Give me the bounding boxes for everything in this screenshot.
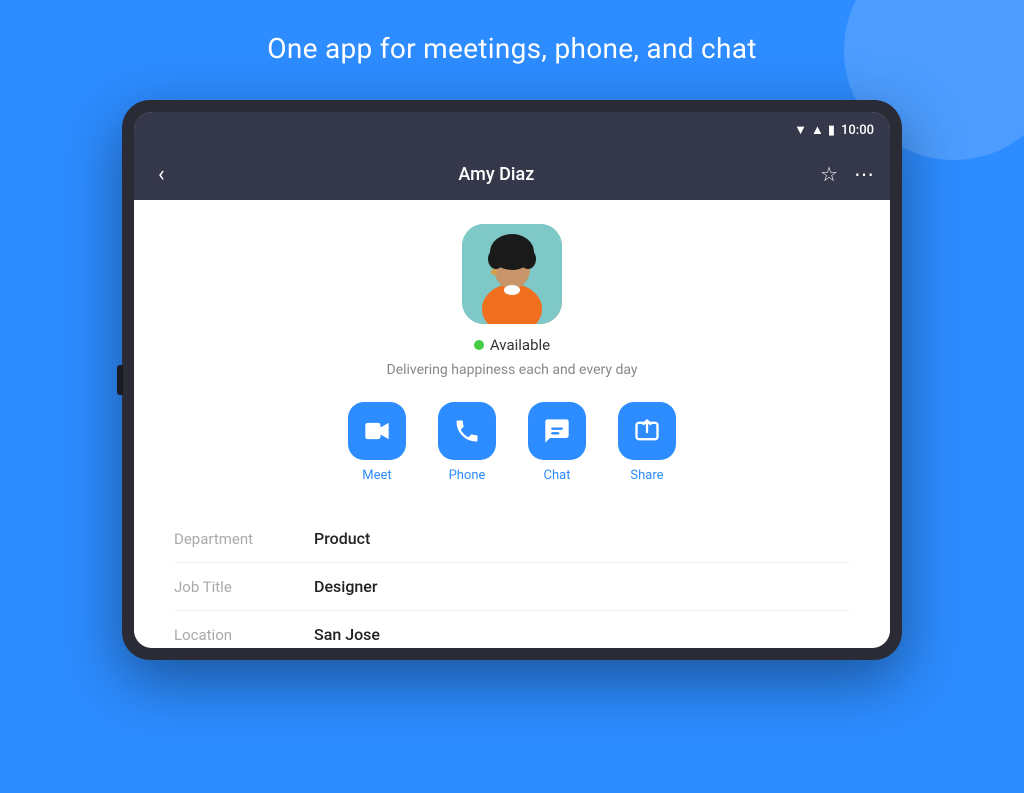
department-label: Department: [174, 530, 314, 548]
status-icons: ▼ ▲ ▮: [794, 122, 835, 138]
status-indicator: [474, 340, 484, 350]
share-icon: [633, 417, 661, 445]
more-options-button[interactable]: ⋯: [854, 162, 874, 186]
content-area: Available Delivering happiness each and …: [134, 200, 890, 648]
jobtitle-row: Job Title Designer: [174, 563, 850, 611]
avatar: [462, 224, 562, 324]
action-buttons-row: Meet Phone: [348, 402, 676, 483]
status-row: Available: [474, 336, 550, 354]
nav-actions: ☆ ⋯: [820, 162, 874, 186]
tablet-screen: ▼ ▲ ▮ 10:00 ‹ Amy Diaz ☆ ⋯: [134, 112, 890, 648]
status-label: Available: [490, 336, 550, 354]
phone-action: Phone: [438, 402, 496, 483]
chat-icon: [543, 417, 571, 445]
jobtitle-value: Designer: [314, 577, 378, 596]
jobtitle-label: Job Title: [174, 578, 314, 596]
location-value: San Jose: [314, 625, 380, 644]
meet-action: Meet: [348, 402, 406, 483]
avatar-container: [462, 224, 562, 324]
signal-icon: ▲: [811, 122, 824, 138]
favorite-button[interactable]: ☆: [820, 162, 838, 186]
share-action: Share: [618, 402, 676, 483]
nav-bar: ‹ Amy Diaz ☆ ⋯: [134, 148, 890, 200]
chat-button[interactable]: [528, 402, 586, 460]
battery-icon: ▮: [828, 123, 835, 138]
chat-label: Chat: [544, 468, 571, 483]
meet-label: Meet: [362, 468, 391, 483]
meet-icon: [363, 417, 391, 445]
nav-title: Amy Diaz: [173, 164, 820, 185]
status-bar: ▼ ▲ ▮ 10:00: [134, 112, 890, 148]
phone-button[interactable]: [438, 402, 496, 460]
department-value: Product: [314, 529, 370, 548]
back-button[interactable]: ‹: [150, 158, 173, 191]
meet-button[interactable]: [348, 402, 406, 460]
tagline: Delivering happiness each and every day: [387, 362, 638, 378]
tablet-frame: ▼ ▲ ▮ 10:00 ‹ Amy Diaz ☆ ⋯: [122, 100, 902, 660]
department-row: Department Product: [174, 515, 850, 563]
phone-label: Phone: [449, 468, 486, 483]
location-row: Location San Jose: [174, 611, 850, 648]
chat-action: Chat: [528, 402, 586, 483]
info-section: Department Product Job Title Designer Lo…: [134, 515, 890, 648]
share-button[interactable]: [618, 402, 676, 460]
wifi-icon: ▼: [794, 122, 807, 138]
location-label: Location: [174, 626, 314, 644]
status-time: 10:00: [841, 123, 874, 138]
share-label: Share: [630, 468, 663, 483]
phone-icon: [453, 417, 481, 445]
